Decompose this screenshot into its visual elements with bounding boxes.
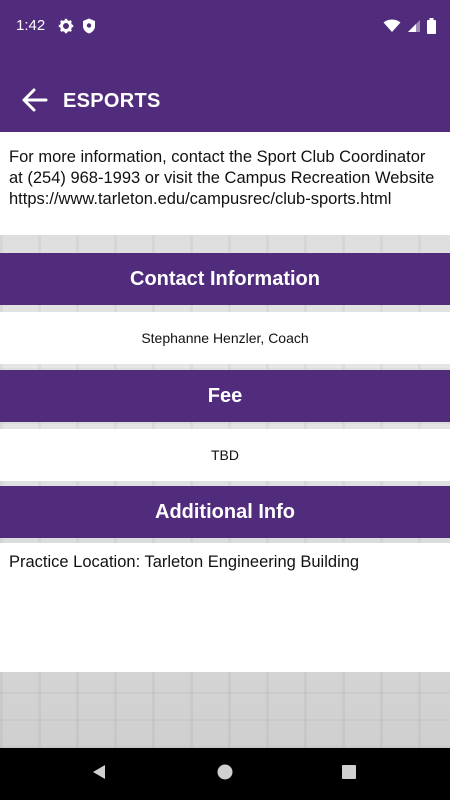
info-text: For more information, contact the Sport … — [0, 132, 450, 235]
system-nav-bar — [0, 748, 450, 800]
back-button[interactable] — [18, 85, 52, 119]
content-area: For more information, contact the Sport … — [0, 132, 450, 748]
status-time: 1:42 — [16, 17, 46, 34]
fee-value: TBD — [0, 429, 450, 481]
status-bar: 1:42 — [0, 0, 450, 54]
back-triangle-icon — [90, 763, 108, 786]
additional-info-value: Practice Location: Tarleton Engineering … — [0, 543, 450, 672]
status-icons-right — [383, 18, 436, 39]
page-title: ESPORTS — [63, 90, 161, 112]
additional-info-header: Additional Info — [0, 486, 450, 538]
cellular-signal-icon — [407, 19, 421, 38]
shield-icon — [82, 18, 96, 39]
nav-recents-button[interactable] — [337, 762, 361, 786]
contact-information-header: Contact Information — [0, 253, 450, 305]
recents-square-icon — [340, 763, 358, 786]
status-icons-left — [58, 18, 96, 39]
contact-information-value: Stephanne Henzler, Coach — [0, 312, 450, 364]
arrow-left-icon — [22, 88, 48, 117]
app-bar: ESPORTS — [0, 54, 450, 132]
wifi-icon — [383, 19, 401, 38]
battery-icon — [427, 18, 436, 39]
home-circle-icon — [216, 763, 234, 786]
fee-header: Fee — [0, 370, 450, 422]
nav-back-button[interactable] — [87, 762, 111, 786]
gear-icon — [58, 18, 74, 39]
nav-home-button[interactable] — [213, 762, 237, 786]
